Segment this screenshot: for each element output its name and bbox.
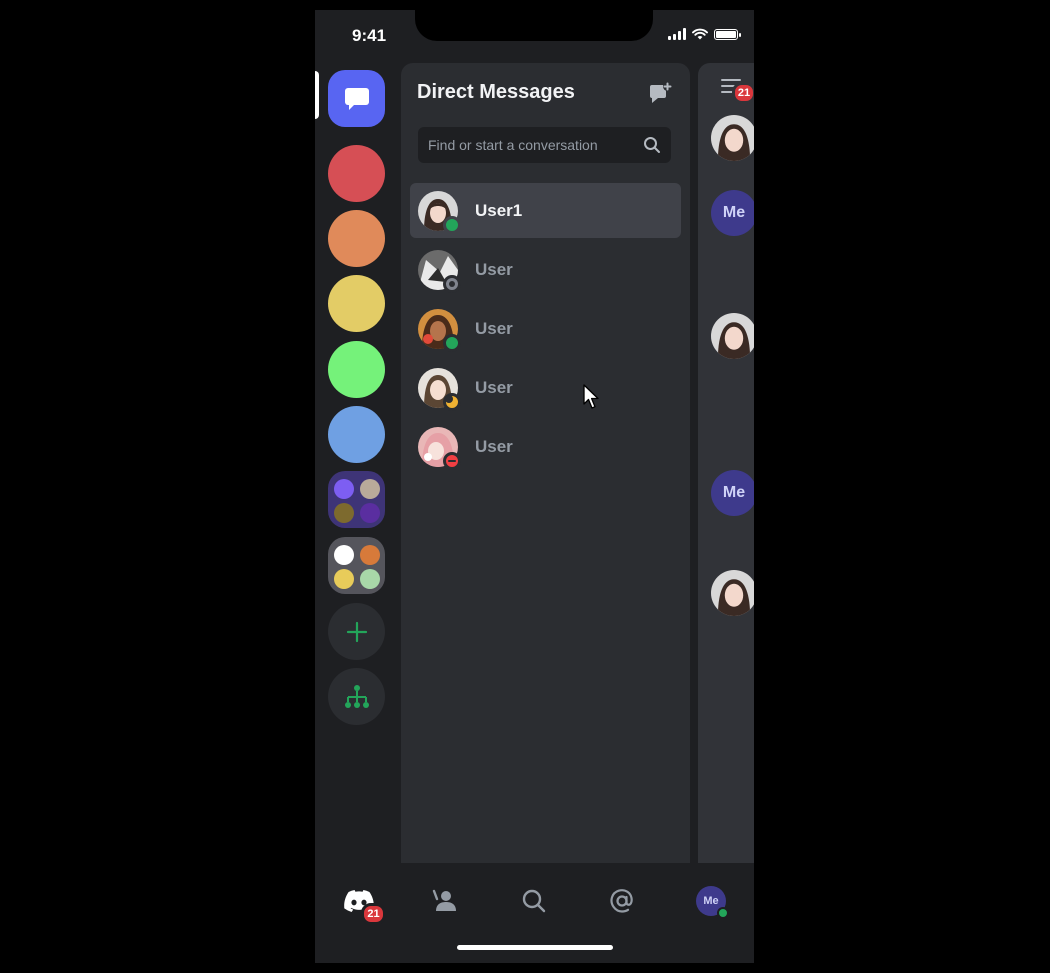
message-avatar	[711, 115, 754, 161]
home-indicator[interactable]	[457, 945, 613, 950]
direct-messages-button[interactable]	[328, 70, 385, 127]
at-sign-icon	[610, 889, 633, 913]
wifi-icon	[692, 28, 708, 40]
server-folder[interactable]	[328, 471, 385, 528]
server-folder[interactable]	[328, 537, 385, 594]
nav-search[interactable]	[514, 881, 554, 921]
folder-server-dot	[334, 545, 354, 565]
server-icon[interactable]	[328, 406, 385, 463]
online-status-icon	[717, 907, 729, 919]
notch	[415, 10, 653, 41]
search-input[interactable]	[428, 137, 643, 153]
conversation-item[interactable]: User1	[410, 183, 681, 238]
plus-icon	[346, 621, 367, 642]
conversation-item[interactable]: User	[410, 419, 681, 474]
nav-mentions[interactable]	[602, 881, 642, 921]
nav-home[interactable]: 21	[339, 881, 386, 925]
phone-screen: 9:41 Direct Messages Find or start a con…	[315, 10, 754, 963]
conversation-name: User	[475, 436, 513, 456]
do-not-disturb-status-icon	[443, 451, 461, 470]
mouse-cursor-icon	[583, 384, 599, 409]
conversation-name: User	[475, 377, 513, 397]
conversation-item[interactable]: User	[410, 301, 681, 356]
new-message-icon[interactable]	[648, 81, 672, 105]
status-icons	[668, 28, 741, 40]
avatar	[418, 190, 461, 234]
server-icon[interactable]	[328, 341, 385, 398]
avatar	[418, 426, 461, 470]
folder-server-dot	[334, 569, 354, 589]
my-avatar: Me	[711, 470, 754, 516]
conversation-list: User1 User User User User	[410, 183, 681, 478]
explore-servers-button[interactable]	[328, 668, 385, 725]
folder-server-dot	[334, 479, 354, 499]
avatar	[418, 249, 461, 293]
folder-server-dot	[360, 545, 380, 565]
search-icon	[522, 889, 546, 913]
server-icon[interactable]	[328, 145, 385, 202]
server-icon[interactable]	[328, 210, 385, 267]
nav-friends[interactable]	[425, 881, 465, 921]
online-status-icon	[443, 333, 461, 352]
idle-status-icon	[443, 392, 461, 411]
nav-profile[interactable]: Me	[691, 881, 731, 921]
direct-messages-panel: Direct Messages Find or start a conversa…	[401, 63, 690, 863]
panel-title: Direct Messages	[417, 81, 575, 103]
folder-server-dot	[334, 503, 354, 523]
search-icon	[644, 137, 660, 153]
message-avatar	[711, 570, 754, 616]
avatar	[418, 308, 461, 352]
selected-server-indicator	[315, 71, 319, 119]
conversation-item[interactable]: User	[410, 242, 681, 297]
avatar	[418, 367, 461, 411]
hierarchy-icon	[344, 684, 369, 708]
notification-badge: 21	[361, 903, 386, 925]
cellular-signal-icon	[668, 28, 686, 40]
add-server-button[interactable]	[328, 603, 385, 660]
status-time: 9:41	[352, 26, 387, 45]
folder-server-dot	[360, 479, 380, 499]
my-avatar: Me	[711, 190, 754, 236]
battery-icon	[714, 28, 741, 40]
offline-status-icon	[443, 274, 461, 293]
server-icon[interactable]	[328, 275, 385, 332]
conversation-item[interactable]: User	[410, 360, 681, 415]
profile-avatar: Me	[696, 886, 729, 919]
unread-badge: 21	[732, 82, 754, 104]
search-bar[interactable]	[418, 127, 671, 163]
folder-server-dot	[360, 503, 380, 523]
conversation-name: User	[475, 318, 513, 338]
profile-initials: Me	[703, 895, 719, 907]
chat-bubble-icon	[344, 87, 369, 110]
friends-icon	[432, 889, 456, 911]
message-avatar	[711, 313, 754, 359]
folder-server-dot	[360, 569, 380, 589]
conversation-name: User1	[475, 200, 523, 220]
online-status-icon	[443, 215, 461, 234]
conversation-name: User	[475, 259, 513, 279]
chat-preview-panel[interactable]: 21 Me Me	[698, 63, 754, 863]
